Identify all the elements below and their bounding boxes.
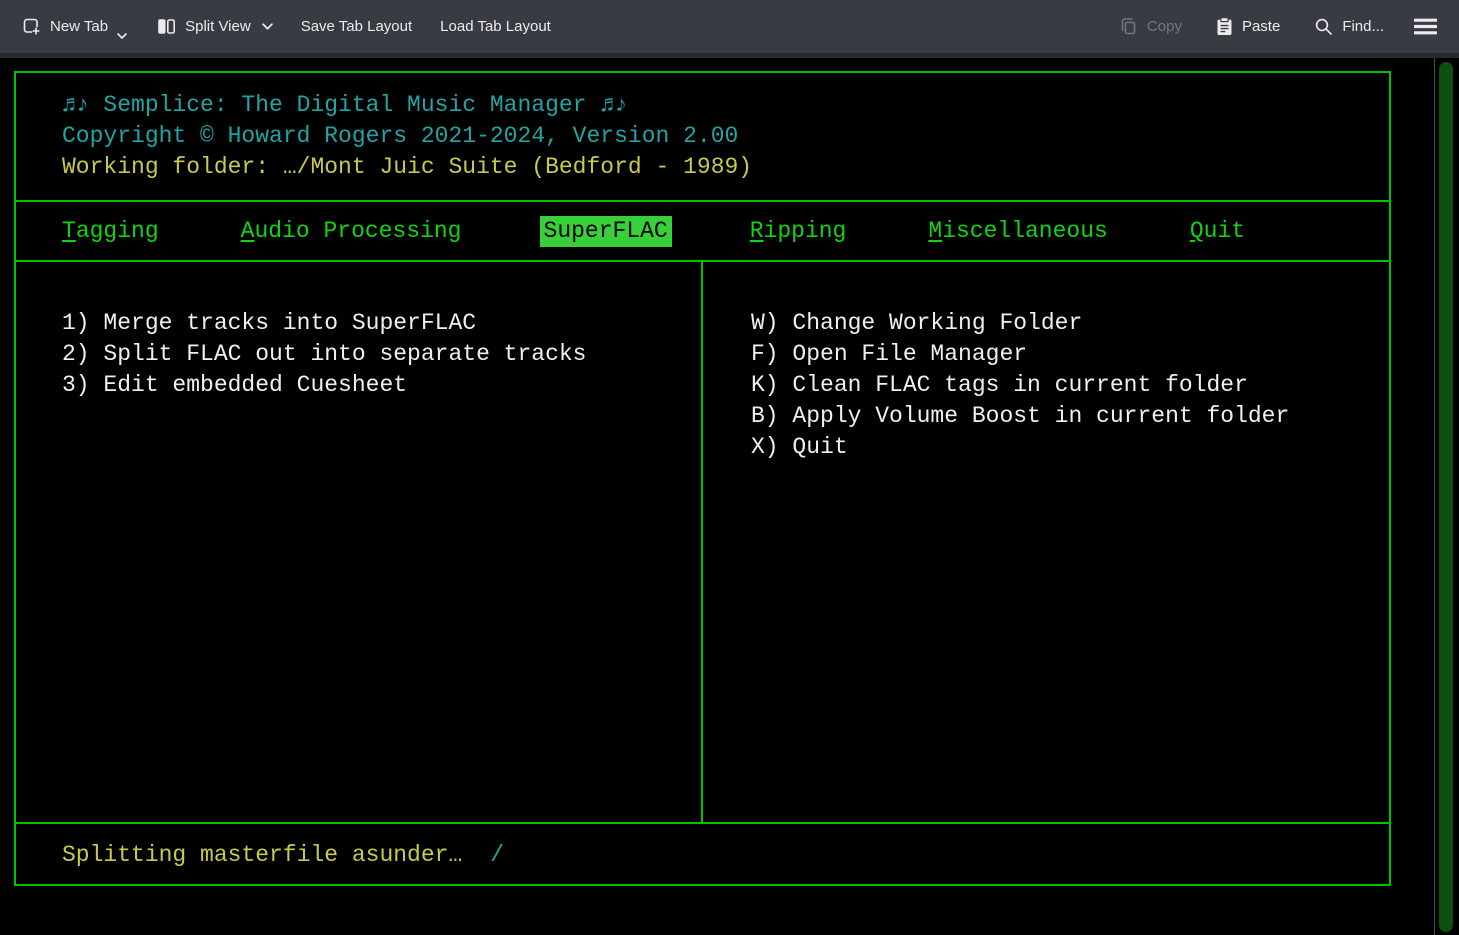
status-message: Splitting masterfile asunder… bbox=[62, 842, 462, 868]
global-options-panel: W) Change Working Folder F) Open File Ma… bbox=[703, 262, 1389, 822]
split-view-icon bbox=[157, 18, 176, 35]
new-tab-button[interactable]: New Tab bbox=[12, 9, 139, 44]
split-view-label: Split View bbox=[185, 18, 251, 35]
option-open-file-manager[interactable]: F) Open File Manager bbox=[751, 339, 1389, 370]
chevron-down-icon[interactable] bbox=[262, 23, 273, 30]
paste-label: Paste bbox=[1242, 18, 1280, 35]
option-edit-cuesheet[interactable]: 3) Edit embedded Cuesheet bbox=[62, 370, 701, 401]
paste-icon bbox=[1216, 17, 1233, 36]
load-tab-layout-label: Load Tab Layout bbox=[440, 18, 551, 35]
superflac-options-panel: 1) Merge tracks into SuperFLAC 2) Split … bbox=[16, 262, 703, 822]
app-copyright: Copyright © Howard Rogers 2021-2024, Ver… bbox=[62, 121, 1389, 152]
load-tab-layout-button[interactable]: Load Tab Layout bbox=[430, 10, 561, 43]
menu-item-miscellaneous[interactable]: Miscellaneous bbox=[928, 216, 1107, 247]
split-view-button[interactable]: Split View bbox=[147, 10, 283, 43]
menu-item-tagging[interactable]: Tagging bbox=[62, 216, 159, 247]
chevron-down-icon[interactable] bbox=[117, 33, 127, 39]
find-label: Find... bbox=[1342, 18, 1384, 35]
working-folder-label: Working folder: …/Mont Juic Suite (Bedfo… bbox=[62, 152, 1389, 183]
copy-button[interactable]: Copy bbox=[1109, 9, 1192, 44]
spinner-glyph: / bbox=[490, 842, 504, 868]
semplice-tui-window: ♬♪ Semplice: The Digital Music Manager ♬… bbox=[14, 71, 1391, 886]
terminal-toolbar: New Tab Split View Save Tab Layout Load … bbox=[0, 0, 1459, 58]
copy-label: Copy bbox=[1147, 18, 1182, 35]
menu-item-quit[interactable]: Quit bbox=[1190, 216, 1245, 247]
search-icon bbox=[1314, 17, 1333, 36]
find-button[interactable]: Find... bbox=[1304, 9, 1394, 44]
option-quit[interactable]: X) Quit bbox=[751, 432, 1389, 463]
menu-item-superflac[interactable]: SuperFLAC bbox=[540, 216, 672, 247]
menu-button[interactable] bbox=[1408, 10, 1443, 43]
option-merge-tracks[interactable]: 1) Merge tracks into SuperFLAC bbox=[62, 308, 701, 339]
new-tab-label: New Tab bbox=[50, 18, 108, 35]
menu-item-audio-processing[interactable]: Audio Processing bbox=[241, 216, 462, 247]
option-split-flac[interactable]: 2) Split FLAC out into separate tracks bbox=[62, 339, 701, 370]
option-apply-volume-boost[interactable]: B) Apply Volume Boost in current folder bbox=[751, 401, 1389, 432]
app-header: ♬♪ Semplice: The Digital Music Manager ♬… bbox=[16, 73, 1389, 202]
new-tab-icon bbox=[22, 17, 41, 36]
paste-button[interactable]: Paste bbox=[1206, 9, 1290, 44]
menu-item-ripping[interactable]: Ripping bbox=[750, 216, 847, 247]
save-tab-layout-label: Save Tab Layout bbox=[301, 18, 412, 35]
scrollbar-track-divider bbox=[1434, 58, 1435, 935]
copy-icon bbox=[1119, 17, 1138, 36]
option-clean-flac-tags[interactable]: K) Clean FLAC tags in current folder bbox=[751, 370, 1389, 401]
content-panels: 1) Merge tracks into SuperFLAC 2) Split … bbox=[16, 262, 1389, 824]
status-bar: Splitting masterfile asunder… / bbox=[16, 824, 1389, 884]
hamburger-menu-icon bbox=[1414, 18, 1437, 35]
option-change-working-folder[interactable]: W) Change Working Folder bbox=[751, 308, 1389, 339]
terminal-viewport[interactable]: ♬♪ Semplice: The Digital Music Manager ♬… bbox=[0, 58, 1459, 935]
save-tab-layout-button[interactable]: Save Tab Layout bbox=[291, 10, 422, 43]
scrollbar-thumb[interactable] bbox=[1439, 62, 1453, 932]
app-title: ♬♪ Semplice: The Digital Music Manager ♬… bbox=[62, 90, 1389, 121]
menu-bar: Tagging Audio Processing SuperFLAC Rippi… bbox=[16, 202, 1389, 262]
